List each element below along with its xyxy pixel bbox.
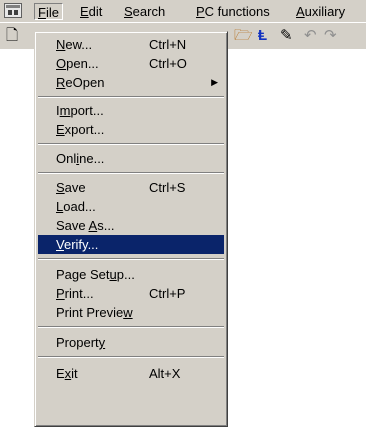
menu-search-accel: S	[124, 4, 133, 19]
label-accel: S	[56, 180, 65, 195]
menu-pc-functions-accel: P	[196, 4, 205, 19]
label-accel: O	[56, 56, 67, 71]
menu-item-online-label: Online...	[56, 149, 104, 168]
menu-separator	[38, 356, 224, 358]
label-part: eOpen	[65, 75, 105, 90]
menu-search[interactable]: Search	[124, 3, 165, 20]
menu-item-verify-label: Verify...	[56, 235, 98, 254]
menu-file-label: ile	[45, 5, 59, 20]
menu-separator	[38, 326, 224, 328]
menu-bar: File Edit Search PC functions Auxiliary	[0, 0, 366, 23]
menu-separator	[38, 172, 224, 174]
label-part: s...	[97, 218, 115, 233]
folder-icon[interactable]: 🗁	[234, 26, 253, 46]
menu-item-export-label: Export...	[56, 120, 104, 139]
menu-item-new[interactable]: New... Ctrl+N	[38, 35, 224, 54]
menu-item-exit-shortcut: Alt+X	[149, 366, 181, 381]
ladder-icon[interactable]: Ⱡ	[258, 26, 267, 46]
label-part: rint...	[64, 286, 94, 301]
redo-icon[interactable]: ↷	[324, 26, 337, 46]
menu-item-property-label: Property	[56, 333, 105, 352]
label-accel: w	[123, 305, 133, 320]
label-accel: E	[56, 122, 65, 137]
edit-icon[interactable]: ✎	[280, 26, 293, 46]
menu-item-verify[interactable]: Verify...	[38, 235, 224, 254]
menu-separator	[38, 258, 224, 260]
label-part: port...	[70, 103, 104, 118]
submenu-arrow-icon: ▶	[211, 77, 218, 87]
label-accel: y	[98, 335, 106, 350]
menu-item-save[interactable]: Save Ctrl+S	[38, 178, 224, 197]
menu-file[interactable]: File	[34, 3, 63, 20]
menu-item-reopen[interactable]: ReOpen ▶	[38, 73, 224, 92]
menu-item-new-shortcut: Ctrl+N	[149, 37, 187, 52]
label-part: Propert	[56, 335, 99, 350]
menu-item-save-as-label: Save As...	[56, 216, 115, 235]
menu-edit[interactable]: Edit	[80, 3, 102, 20]
menu-edit-accel: E	[80, 4, 89, 19]
app-window-icon[interactable]	[4, 3, 22, 18]
menu-pc-functions[interactable]: PC functions	[196, 3, 270, 20]
menu-item-export[interactable]: Export...	[38, 120, 224, 139]
menu-item-print[interactable]: Print... Ctrl+P	[38, 284, 224, 303]
label-accel: m	[59, 103, 71, 118]
menu-search-label: earch	[132, 4, 166, 19]
label-part: Onl	[56, 151, 77, 166]
label-accel: A	[88, 218, 98, 233]
label-accel: V	[56, 237, 64, 252]
label-part: ave	[64, 180, 86, 195]
menu-item-exit[interactable]: Exit Alt+X	[38, 364, 224, 383]
menu-item-online[interactable]: Online...	[38, 149, 224, 168]
menu-auxiliary[interactable]: Auxiliary	[296, 3, 345, 20]
label-part: pen...	[66, 56, 99, 71]
menu-item-import-label: Import...	[56, 101, 104, 120]
menu-item-load[interactable]: Load...	[38, 197, 224, 216]
label-part: Print Previe	[56, 305, 124, 320]
label-part: xport...	[64, 122, 105, 137]
label-accel: P	[56, 286, 65, 301]
menu-item-exit-label: Exit	[56, 364, 78, 383]
menu-item-print-preview[interactable]: Print Preview	[38, 303, 224, 322]
menu-item-new-label: New...	[56, 35, 92, 54]
menu-pc-functions-label: C functions	[204, 4, 270, 19]
label-part: oad...	[63, 199, 96, 214]
menu-item-save-label: Save	[56, 178, 86, 197]
label-part: Page Set	[56, 267, 110, 282]
menu-separator	[38, 143, 224, 145]
menu-item-print-preview-label: Print Preview	[56, 303, 133, 322]
label-part: ew...	[65, 37, 93, 52]
menu-edit-label: dit	[88, 4, 103, 19]
label-part: it	[71, 366, 78, 381]
menu-file-accel: F	[38, 5, 46, 20]
label-part: p...	[116, 267, 135, 282]
menu-item-print-shortcut: Ctrl+P	[149, 286, 186, 301]
menu-separator	[38, 96, 224, 98]
menu-item-page-setup[interactable]: Page Setup...	[38, 265, 224, 284]
file-menu-dropdown: New... Ctrl+N Open... Ctrl+O ReOpen ▶ Im…	[34, 31, 228, 427]
label-accel: R	[56, 75, 66, 90]
menu-item-reopen-label: ReOpen	[56, 73, 104, 92]
menu-item-load-label: Load...	[56, 197, 96, 216]
menu-item-open-label: Open...	[56, 54, 99, 73]
label-part: Save	[56, 218, 89, 233]
label-accel: u	[109, 267, 117, 282]
label-part: E	[56, 366, 65, 381]
menu-auxiliary-accel: A	[296, 4, 305, 19]
label-accel: N	[56, 37, 66, 52]
menu-item-import[interactable]: Import...	[38, 101, 224, 120]
menu-item-save-shortcut: Ctrl+S	[149, 180, 186, 195]
menu-item-save-as[interactable]: Save As...	[38, 216, 224, 235]
menu-item-property[interactable]: Property	[38, 333, 224, 352]
label-part: erify...	[63, 237, 99, 252]
menu-item-open[interactable]: Open... Ctrl+O	[38, 54, 224, 73]
label-part: ne...	[79, 151, 105, 166]
menu-item-page-setup-label: Page Setup...	[56, 265, 135, 284]
menu-item-open-shortcut: Ctrl+O	[149, 56, 187, 71]
menu-auxiliary-label: uxiliary	[304, 4, 346, 19]
menu-item-print-label: Print...	[56, 284, 94, 303]
undo-icon[interactable]: ↶	[304, 26, 317, 46]
new-document-icon[interactable]: 🗋	[6, 26, 18, 46]
